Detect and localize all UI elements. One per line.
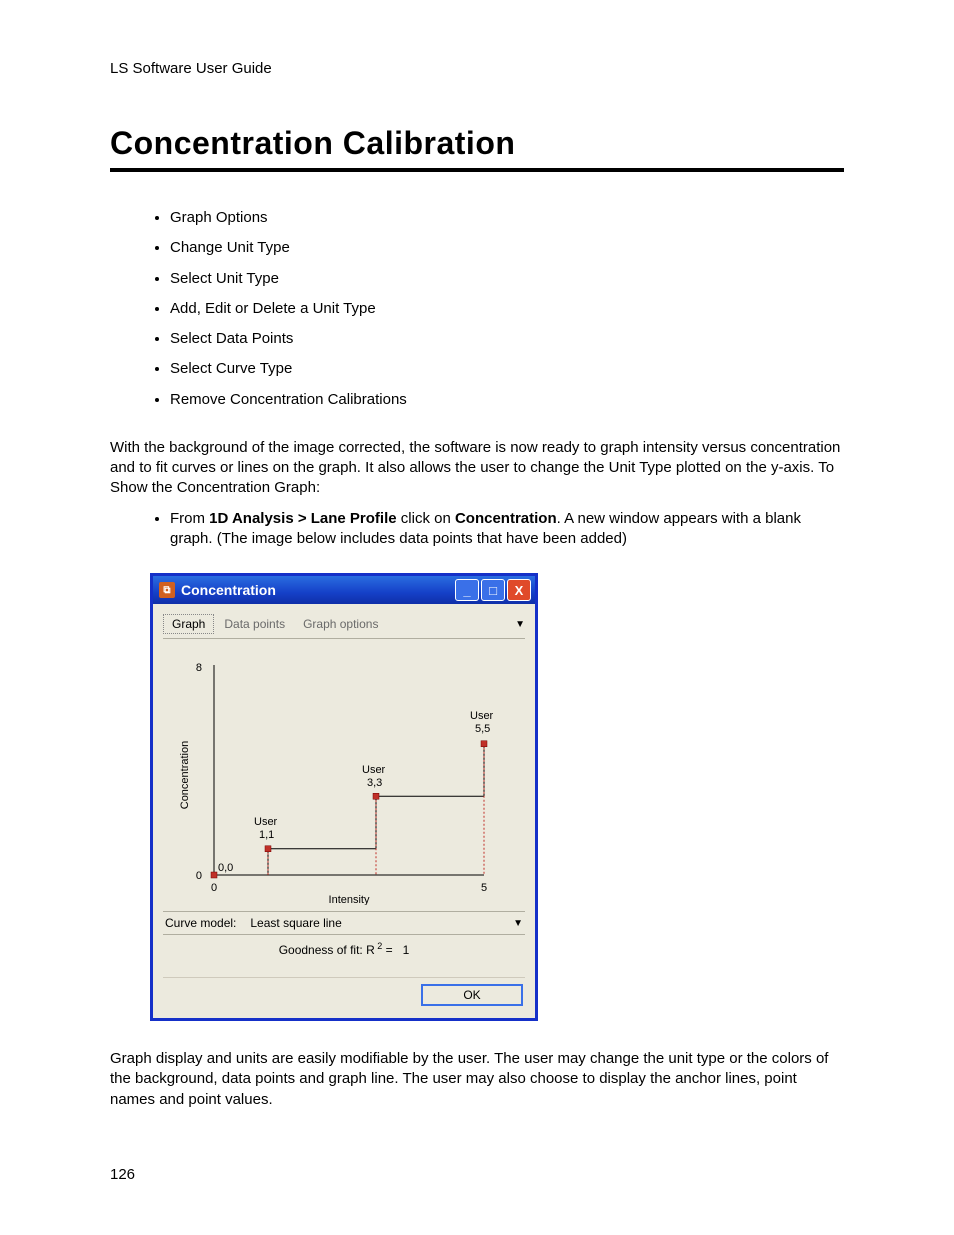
- x-tick: 0: [211, 882, 217, 894]
- y-tick: 0: [196, 870, 202, 882]
- point-label-name: User: [362, 764, 386, 776]
- y-axis-label: Concentration: [179, 741, 191, 810]
- chevron-down-icon[interactable]: ▼: [513, 918, 523, 929]
- list-item: Select Curve Type: [170, 359, 844, 379]
- menu-target: Concentration: [455, 510, 557, 527]
- concentration-window: ⧉ Concentration _ □ X Graph Data points …: [150, 573, 538, 1021]
- x-tick: 5: [481, 882, 487, 894]
- instruction-list: From 1D Analysis > Lane Profile click on…: [170, 509, 844, 550]
- title-rule: [110, 168, 844, 172]
- tab-bar: Graph Data points Graph options ▼: [163, 614, 525, 639]
- titlebar[interactable]: ⧉ Concentration _ □ X: [153, 576, 535, 604]
- window-title: Concentration: [181, 582, 276, 598]
- list-item: Remove Concentration Calibrations: [170, 390, 844, 410]
- gof-label: Goodness of fit: R: [279, 943, 375, 957]
- curve-model-row[interactable]: Curve model: Least square line ▼: [163, 911, 525, 935]
- tab-data-points[interactable]: Data points: [216, 615, 293, 633]
- menu-path: 1D Analysis > Lane Profile: [209, 510, 396, 527]
- running-head: LS Software User Guide: [110, 60, 844, 77]
- data-point[interactable]: [265, 846, 271, 852]
- tab-graph[interactable]: Graph: [163, 614, 214, 634]
- list-item: Change Unit Type: [170, 238, 844, 258]
- chart: 8 0 0,0 0 5 Intensity Concentration: [174, 645, 514, 905]
- close-button[interactable]: X: [507, 579, 531, 601]
- intro-paragraph: With the background of the image correct…: [110, 438, 844, 499]
- app-icon: ⧉: [159, 582, 175, 598]
- curve-model-value: Least square line: [250, 916, 341, 930]
- closing-paragraph: Graph display and units are easily modif…: [110, 1049, 844, 1110]
- origin-label: 0,0: [218, 862, 233, 874]
- point-label-val: 3,3: [367, 777, 382, 789]
- data-point[interactable]: [211, 872, 217, 878]
- list-item: Add, Edit or Delete a Unit Type: [170, 299, 844, 319]
- data-point[interactable]: [481, 741, 487, 747]
- point-label-name: User: [470, 710, 494, 722]
- minimize-button[interactable]: _: [455, 579, 479, 601]
- gof-eq: =: [382, 943, 392, 957]
- curve-model-label: Curve model:: [165, 916, 236, 930]
- chart-svg: 8 0 0,0 0 5 Intensity Concentration: [174, 645, 514, 905]
- page-number: 126: [110, 1166, 135, 1183]
- list-item: Graph Options: [170, 208, 844, 228]
- instruction-item: From 1D Analysis > Lane Profile click on…: [170, 509, 844, 550]
- page-title: Concentration Calibration: [110, 125, 844, 162]
- goodness-of-fit: Goodness of fit: R 2 = 1: [163, 935, 525, 973]
- window-body: Graph Data points Graph options ▼ 8 0 0,…: [153, 604, 535, 1018]
- text: click on: [397, 510, 455, 527]
- y-tick: 8: [196, 662, 202, 674]
- topic-list: Graph Options Change Unit Type Select Un…: [170, 208, 844, 410]
- list-item: Select Data Points: [170, 329, 844, 349]
- ok-button[interactable]: OK: [421, 984, 523, 1006]
- data-point[interactable]: [373, 793, 379, 799]
- point-label-val: 5,5: [475, 723, 490, 735]
- x-axis-label: Intensity: [329, 894, 370, 905]
- point-label-val: 1,1: [259, 829, 274, 841]
- tab-dropdown-icon[interactable]: ▼: [515, 619, 525, 630]
- text: From: [170, 510, 209, 527]
- list-item: Select Unit Type: [170, 269, 844, 289]
- gof-value: 1: [403, 943, 410, 957]
- maximize-button[interactable]: □: [481, 579, 505, 601]
- tab-graph-options[interactable]: Graph options: [295, 615, 386, 633]
- point-label-name: User: [254, 816, 278, 828]
